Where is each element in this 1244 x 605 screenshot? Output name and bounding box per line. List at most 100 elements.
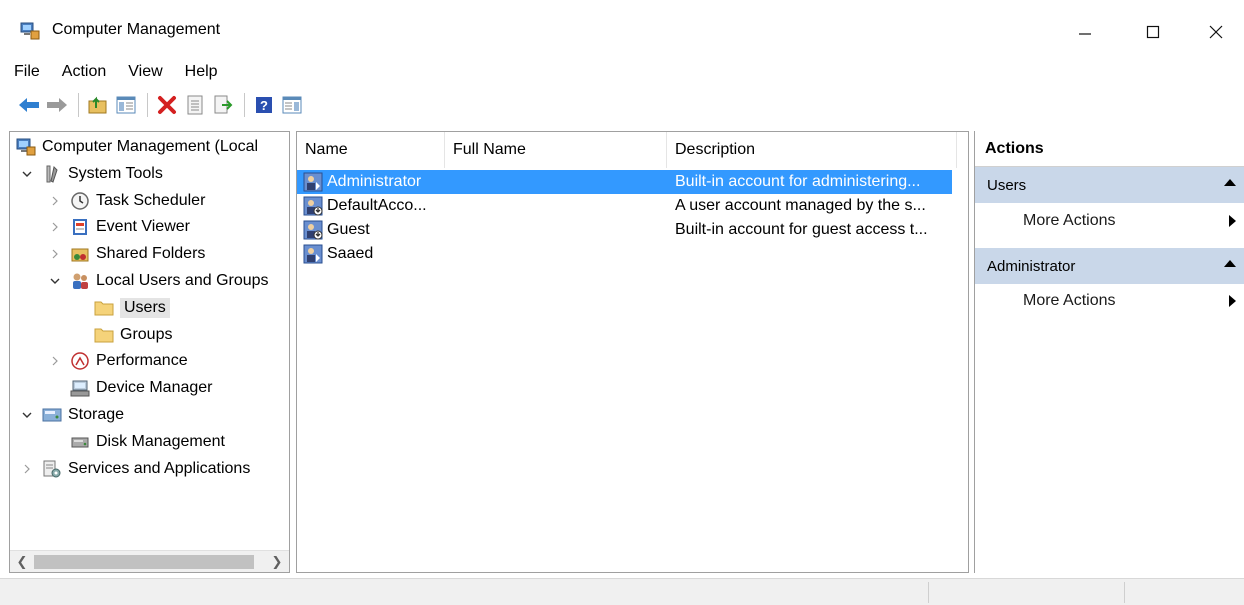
expanded-chevron-icon[interactable]: [20, 408, 34, 422]
tree-item-device-manager[interactable]: Device Manager: [48, 375, 213, 401]
collapsed-chevron-icon[interactable]: [20, 462, 34, 476]
collapsed-chevron-icon[interactable]: [48, 354, 62, 368]
device-manager-icon: [70, 378, 90, 398]
tree-item-event-viewer[interactable]: Event Viewer: [48, 214, 190, 240]
properties-button[interactable]: [182, 92, 208, 118]
tree-item-system-tools[interactable]: System Tools: [20, 161, 163, 187]
column-header-full-name[interactable]: Full Name: [445, 132, 667, 168]
actions-group-label: Users: [987, 176, 1027, 194]
show-hide-console-tree-button[interactable]: [113, 92, 139, 118]
storage-icon: [42, 405, 62, 425]
console-tree-pane[interactable]: Computer Management (Local System Tools Ta…: [9, 131, 290, 573]
column-header-description[interactable]: Description: [667, 132, 957, 168]
user-name: Administrator: [327, 173, 422, 190]
cell-description: A user account managed by the s...: [675, 197, 926, 214]
tree-item-performance[interactable]: Performance: [48, 348, 188, 374]
toolbar: ?: [0, 88, 1244, 122]
back-button[interactable]: [16, 92, 42, 118]
expanded-chevron-icon[interactable]: [48, 274, 62, 288]
menu-view[interactable]: View: [128, 63, 162, 81]
menu-action[interactable]: Action: [62, 63, 106, 81]
tree-item-services-and-applications[interactable]: Services and Applications: [20, 456, 250, 482]
user-account-icon: [303, 172, 323, 192]
system-tools-icon: [42, 164, 62, 184]
menu-file[interactable]: File: [14, 63, 40, 81]
folder-icon: [94, 325, 114, 345]
up-one-level-button[interactable]: [85, 92, 111, 118]
tree-item-storage[interactable]: Storage: [20, 402, 124, 428]
user-account-disabled-icon: [303, 196, 323, 216]
scroll-left-icon[interactable]: ❮: [12, 551, 32, 572]
properties-icon: [187, 95, 203, 115]
actions-title: Actions: [975, 131, 1244, 167]
actions-group-administrator[interactable]: Administrator: [975, 248, 1244, 284]
tree-item-groups[interactable]: Groups: [72, 322, 172, 348]
tree-horizontal-scrollbar[interactable]: ❮ ❯: [10, 550, 289, 572]
user-row[interactable]: Administrator Built-in account for admini…: [297, 170, 952, 194]
collapse-caret-icon[interactable]: [1224, 179, 1236, 186]
collapsed-chevron-icon[interactable]: [48, 220, 62, 234]
up-folder-icon: [88, 96, 107, 114]
tree-item-shared-folders[interactable]: Shared Folders: [48, 241, 205, 267]
cell-description: Built-in account for administering...: [675, 173, 921, 190]
tree-item-label: Groups: [120, 325, 173, 343]
user-row[interactable]: Saaed: [297, 242, 952, 266]
column-header-name[interactable]: Name: [297, 132, 445, 168]
tree-item-label: Storage: [68, 406, 125, 423]
status-separator: [928, 582, 929, 603]
scrollbar-thumb[interactable]: [34, 555, 254, 569]
tree-item-task-scheduler[interactable]: Task Scheduler: [48, 188, 205, 214]
tree-item-users[interactable]: Users: [72, 295, 170, 321]
user-row[interactable]: DefaultAcco... A user account managed by …: [297, 194, 952, 218]
services-icon: [42, 459, 62, 479]
collapsed-chevron-icon[interactable]: [48, 194, 62, 208]
svg-text:?: ?: [260, 98, 268, 113]
tree-item-disk-management[interactable]: Disk Management: [48, 429, 225, 455]
action-more-actions[interactable]: More Actions: [975, 203, 1244, 239]
computer-management-app-icon: [20, 22, 40, 40]
user-row[interactable]: Guest Built-in account for guest access t…: [297, 218, 952, 242]
window-title: Computer Management: [52, 21, 221, 38]
tree-item-label: Users: [120, 297, 170, 318]
menu-bar: File Action View Help: [0, 58, 1244, 86]
help-button[interactable]: ?: [251, 92, 277, 118]
scroll-right-icon[interactable]: ❯: [267, 551, 287, 572]
collapsed-chevron-icon[interactable]: [48, 247, 62, 261]
user-name: DefaultAcco...: [327, 197, 427, 214]
list-header: Name Full Name Description: [297, 132, 968, 168]
maximize-button[interactable]: [1130, 14, 1176, 50]
results-list-pane[interactable]: Name Full Name Description Administrator…: [296, 131, 969, 573]
expanded-chevron-icon[interactable]: [20, 167, 34, 181]
tree-item-computer-management-local[interactable]: Computer Management (Local: [16, 134, 258, 160]
menu-help[interactable]: Help: [185, 63, 218, 81]
close-button[interactable]: [1193, 14, 1239, 50]
delete-button[interactable]: [154, 92, 180, 118]
back-arrow-icon: [19, 98, 39, 112]
actions-group-users[interactable]: Users: [975, 167, 1244, 203]
tree-item-local-users-and-groups[interactable]: Local Users and Groups: [48, 268, 269, 294]
export-list-icon: [214, 95, 233, 114]
forward-button[interactable]: [44, 92, 70, 118]
action-more-actions[interactable]: More Actions: [975, 283, 1244, 319]
clock-icon: [70, 191, 90, 211]
users-groups-icon: [70, 271, 90, 291]
delete-x-icon: [158, 96, 176, 114]
action-pane-icon: [282, 96, 302, 114]
tree-item-label: Local Users and Groups: [96, 272, 269, 289]
cell-description: Built-in account for guest access t...: [675, 221, 928, 238]
export-list-button[interactable]: [210, 92, 236, 118]
toolbar-separator: [147, 93, 148, 117]
minimize-button[interactable]: [1062, 14, 1108, 50]
folder-icon: [94, 298, 114, 318]
user-account-icon: [303, 244, 323, 264]
tree-item-label: Device Manager: [96, 379, 213, 397]
collapse-caret-icon[interactable]: [1224, 260, 1236, 267]
event-viewer-icon: [70, 217, 90, 237]
cell-description: [675, 242, 951, 266]
show-hide-action-pane-button[interactable]: [279, 92, 305, 118]
user-name: Guest: [327, 221, 370, 238]
tree-item-label: Event Viewer: [96, 218, 190, 236]
help-icon: ?: [256, 97, 272, 113]
